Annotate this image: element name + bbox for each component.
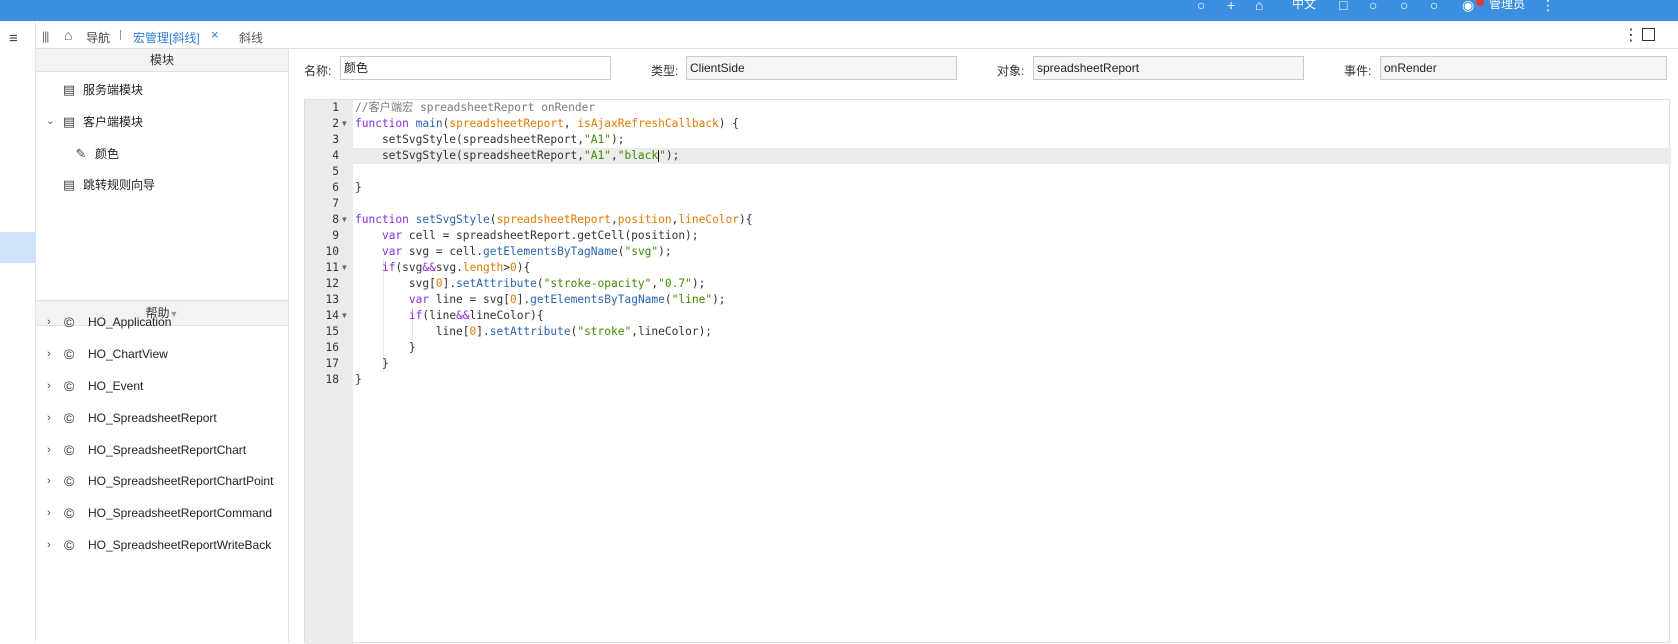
line-number: 18 [325,373,339,386]
class-icon: © [64,378,75,394]
object-input[interactable]: spreadsheetReport [1033,56,1304,80]
menu-toggle-icon[interactable]: ||| [42,29,49,43]
class-icon: © [64,346,75,362]
line-number: 16 [325,341,339,354]
line-number: 9 [332,229,339,242]
wizard-icon: ▤ [62,177,76,192]
chevron-right-icon[interactable]: › [47,344,51,364]
help-item-label: HO_ChartView [88,347,168,361]
home-tab-icon[interactable]: ⌂ [64,27,72,43]
line-number: 15 [325,325,339,338]
class-icon: © [64,537,75,553]
type-label: 类型: [651,64,679,78]
line-number: 2 [332,117,339,130]
chevron-down-icon[interactable]: ⌄ [46,112,54,132]
tree-item-label: 跳转规则向导 [83,178,156,192]
help-item-label: HO_SpreadsheetReportChartPoint [88,474,274,488]
tree-item-client-module[interactable]: ⌄ ▤ 客户端模块 [46,112,143,132]
line-number: 17 [325,357,339,370]
line-number: 10 [325,245,339,258]
name-label: 名称: [304,64,332,78]
help-item-label: HO_SpreadsheetReportChart [88,443,247,457]
event-input[interactable]: onRender [1380,56,1667,80]
filter-icon[interactable]: ≡ [9,30,18,47]
name-input[interactable]: 颜色 [340,56,611,80]
class-icon: © [64,314,75,330]
line-number: 4 [332,149,339,162]
line-number: 5 [332,165,339,178]
line-number: 12 [325,277,339,290]
tab-nav[interactable]: 导航 [86,29,110,46]
tab-diagonal[interactable]: 斜线 [239,29,263,46]
bell-icon[interactable]: ○ [1369,0,1377,12]
module-icon: ▤ [62,114,76,129]
chevron-right-icon[interactable]: › [47,503,51,523]
line-number: 14 [325,309,339,322]
help-item-label: HO_Application [88,315,172,329]
event-label: 事件: [1344,64,1372,78]
chevron-right-icon[interactable]: › [47,440,51,460]
tree-item-label: 颜色 [95,147,120,161]
chevron-right-icon[interactable]: › [47,376,51,396]
tab-macro-manager[interactable]: 宏管理[斜线] [133,29,200,46]
line-number: 7 [332,197,339,210]
tree-item-jump-wizard[interactable]: ▤ 跳转规则向导 [61,175,155,195]
code-editor[interactable]: 1//客户端宏 spreadsheetReport onRender 2 ▼ fun… [304,99,1671,644]
module-panel: 模块 ▤ 服务端模块 ⌄ ▤ 客户端模块 ✎ 颜色 ▤ 跳转规则向导 帮助▼ › © H… [36,49,289,643]
help-item-label: HO_SpreadsheetReportCommand [88,506,273,520]
help-item-label: HO_SpreadsheetReport [88,411,217,425]
left-strip-selected[interactable] [0,232,36,263]
fold-arrow-icon[interactable]: ▼ [342,116,347,132]
line-number: 13 [325,293,339,306]
module-icon: ▤ [62,82,76,97]
macro-form: 名称: 颜色 类型: ClientSide 对象: spreadsheetRep… [290,49,1678,89]
avatar-icon[interactable]: ◉ [1462,0,1474,12]
kebab-menu-icon[interactable]: ⋮ [1623,25,1639,45]
chevron-right-icon[interactable]: › [47,312,51,332]
line-number: 6 [332,181,339,194]
top-bar: ○ + ⌂ 中文 □ ○ ○ ○ ◉ 管理员 ⋮ [0,0,1678,21]
tree-item-color[interactable]: ✎ 颜色 [73,144,119,164]
language-switch[interactable]: 中文 [1292,0,1316,12]
fold-arrow-icon[interactable]: ▼ [342,212,347,228]
chat-icon[interactable]: ○ [1430,0,1438,12]
close-icon[interactable]: × [211,27,219,42]
tree-item-server-module[interactable]: ▤ 服务端模块 [61,80,143,100]
tab-bar: ||| ⌂ 导航 宏管理[斜线] × 斜线 ⋮ [36,21,1678,49]
tab-separator [120,30,121,40]
line-number: 11 [325,261,339,274]
class-icon: © [64,473,75,489]
fold-arrow-icon[interactable]: ▼ [342,308,347,324]
line-number: 8 [332,213,339,226]
help-item-label: HO_SpreadsheetReportWriteBack [88,538,272,552]
maximize-icon[interactable] [1642,28,1655,41]
help-item-label: HO_Event [88,379,144,393]
add-icon[interactable]: + [1227,0,1235,12]
chevron-right-icon[interactable]: › [47,471,51,491]
notification-badge [1476,0,1484,6]
pen-icon: ✎ [75,146,87,161]
tree-item-label: 服务端模块 [83,83,144,97]
class-icon: © [64,505,75,521]
tree-item-label: 客户端模块 [83,115,144,129]
user-name[interactable]: 管理员 [1489,0,1525,12]
home-icon[interactable]: ⌂ [1255,0,1263,12]
search-icon[interactable]: ○ [1197,0,1205,12]
type-input[interactable]: ClientSide [686,56,957,80]
help-icon[interactable]: ○ [1400,0,1408,12]
line-number: 1 [332,101,339,114]
line-number: 3 [332,133,339,146]
left-strip: ≡ [0,21,36,643]
clipboard-icon[interactable]: □ [1339,0,1347,12]
fold-arrow-icon[interactable]: ▼ [342,260,347,276]
object-label: 对象: [997,64,1025,78]
chevron-right-icon[interactable]: › [47,408,51,428]
class-icon: © [64,442,75,458]
more-icon[interactable]: ⋮ [1541,0,1555,12]
chevron-right-icon[interactable]: › [47,535,51,555]
module-panel-header: 模块 [36,49,288,72]
class-icon: © [64,410,75,426]
